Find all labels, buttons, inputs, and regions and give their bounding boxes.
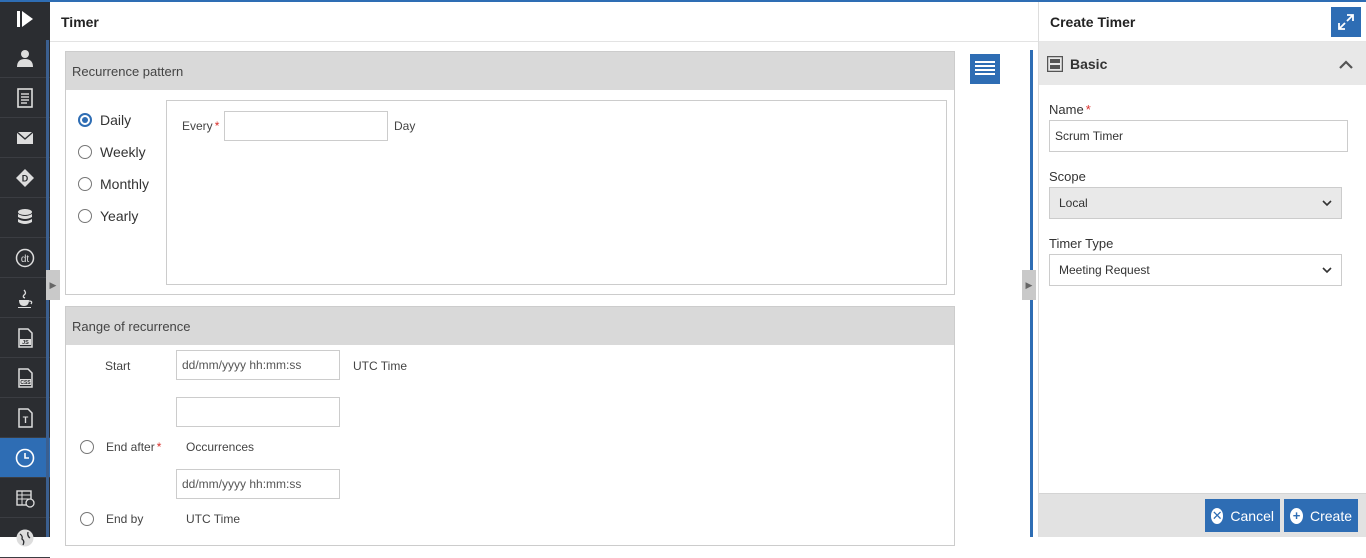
end-by-date-input[interactable]: dd/mm/yyyy hh:mm:ss xyxy=(176,469,340,499)
create-label: Create xyxy=(1309,507,1352,524)
list-icon xyxy=(975,61,995,75)
basic-section-label: Basic xyxy=(1070,55,1108,72)
occurrences-label: Occurrences xyxy=(186,440,255,454)
main-header: Timer xyxy=(50,2,1038,42)
radio-button[interactable] xyxy=(78,145,92,159)
radio-label: Daily xyxy=(100,112,132,128)
end-by-utc-label: UTC Time xyxy=(186,512,240,526)
create-button[interactable]: + Create xyxy=(1284,499,1358,532)
svg-text:JS: JS xyxy=(22,340,29,346)
radio-label: Yearly xyxy=(100,208,139,224)
occurrences-input[interactable] xyxy=(176,397,340,427)
scope-value: Local xyxy=(1059,196,1088,210)
radio-button[interactable] xyxy=(78,177,92,191)
spreadsheet-icon[interactable] xyxy=(0,478,50,518)
end-by-radio[interactable] xyxy=(80,512,94,526)
every-input[interactable] xyxy=(224,111,388,141)
top-accent-line xyxy=(0,0,1366,2)
end-after-radio[interactable] xyxy=(80,440,94,454)
radio-label: Monthly xyxy=(100,176,150,192)
chevron-up-icon xyxy=(1339,59,1353,69)
user-icon[interactable] xyxy=(0,38,50,78)
expand-icon xyxy=(1338,13,1354,30)
every-label: Every * xyxy=(182,119,220,133)
chevron-down-icon xyxy=(1322,199,1332,206)
app-logo-icon[interactable] xyxy=(0,0,50,38)
timer-main: Timer Recurrence pattern Daily Weekly Mo… xyxy=(50,2,1038,546)
panel-header: Create Timer xyxy=(1039,2,1366,42)
expand-button[interactable] xyxy=(1331,6,1361,37)
panel-title: Create Timer xyxy=(1050,13,1136,30)
js-file-icon[interactable]: JS xyxy=(0,318,50,358)
clock-icon[interactable] xyxy=(0,438,50,478)
svg-text:dt: dt xyxy=(21,254,30,265)
radio-monthly[interactable]: Monthly xyxy=(78,168,149,200)
globe-icon[interactable] xyxy=(0,518,50,558)
radio-weekly[interactable]: Weekly xyxy=(78,136,149,168)
dt-icon[interactable]: dt xyxy=(0,238,50,278)
end-after-label: End after * xyxy=(106,440,162,454)
start-label: Start xyxy=(105,359,131,373)
svg-text:D: D xyxy=(22,173,29,183)
end-by-label: End by xyxy=(106,512,144,526)
recurrence-pattern-heading: Recurrence pattern xyxy=(66,52,954,90)
radio-yearly[interactable]: Yearly xyxy=(78,200,149,232)
radio-button[interactable] xyxy=(78,209,92,223)
timer-type-label: Timer Type xyxy=(1049,236,1114,251)
document-icon[interactable] xyxy=(0,78,50,118)
scope-label: Scope xyxy=(1049,169,1086,184)
cancel-label: Cancel xyxy=(1230,507,1274,524)
recurrence-options: Daily Weekly Monthly Yearly xyxy=(78,104,149,232)
timer-type-select[interactable]: Meeting Request xyxy=(1049,254,1342,286)
name-input[interactable]: Scrum Timer xyxy=(1049,120,1348,152)
radio-label: Weekly xyxy=(100,144,146,160)
cancel-button[interactable]: ✕ Cancel xyxy=(1205,499,1280,532)
name-label: Name * xyxy=(1049,102,1091,117)
panel-footer: ✕ Cancel + Create xyxy=(1039,493,1366,537)
text-file-icon[interactable]: T xyxy=(0,398,50,438)
java-icon[interactable] xyxy=(0,278,50,318)
range-of-recurrence-section: Range of recurrence Start dd/mm/yyyy hh:… xyxy=(65,306,955,546)
plus-icon: + xyxy=(1290,507,1303,524)
basic-section-header[interactable]: Basic xyxy=(1039,42,1366,85)
start-date-input[interactable]: dd/mm/yyyy hh:mm:ss xyxy=(176,350,340,380)
scope-select[interactable]: Local xyxy=(1049,187,1342,219)
mail-icon[interactable] xyxy=(0,118,50,158)
recurrence-detail-box: Every * Day xyxy=(166,100,947,285)
list-view-button[interactable] xyxy=(970,54,1000,84)
database-icon[interactable] xyxy=(0,198,50,238)
range-heading: Range of recurrence xyxy=(66,307,954,345)
panel-collapse-toggle[interactable]: ▶ xyxy=(1022,270,1036,300)
svg-text:T: T xyxy=(23,415,29,425)
create-timer-panel: Create Timer Basic Name * Scrum Timer Sco… xyxy=(1038,2,1366,537)
timer-type-value: Meeting Request xyxy=(1059,263,1150,277)
cancel-icon: ✕ xyxy=(1211,507,1224,524)
radio-daily[interactable]: Daily xyxy=(78,104,149,136)
radio-button[interactable] xyxy=(78,113,92,127)
recurrence-pattern-section: Recurrence pattern Daily Weekly Monthly … xyxy=(65,51,955,295)
svg-text:CSS: CSS xyxy=(20,380,31,386)
page-title: Timer xyxy=(61,13,99,30)
css-file-icon[interactable]: CSS xyxy=(0,358,50,398)
start-utc-label: UTC Time xyxy=(353,359,407,373)
form-icon xyxy=(1047,55,1063,72)
chevron-down-icon xyxy=(1322,266,1332,273)
left-nav-rail: D dt JS CSS T xyxy=(0,0,50,558)
diamond-icon[interactable]: D xyxy=(0,158,50,198)
day-unit-label: Day xyxy=(394,119,416,133)
